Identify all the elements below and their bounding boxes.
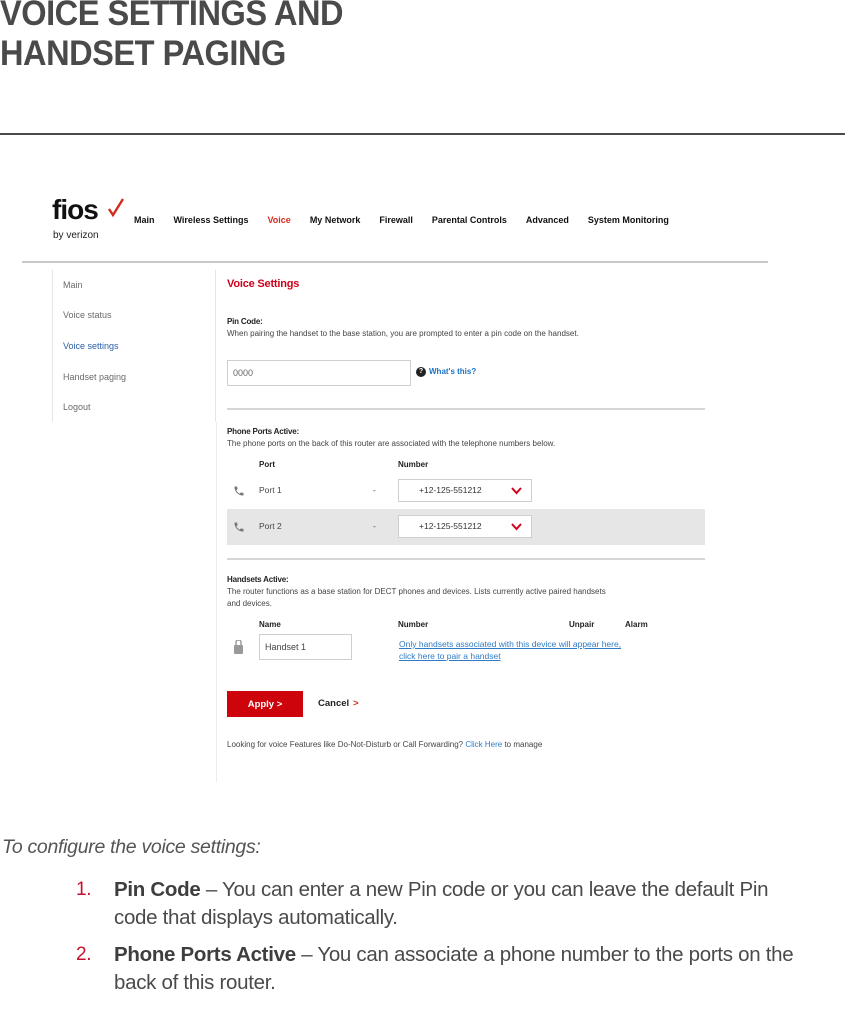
nav-firewall[interactable]: Firewall — [379, 215, 413, 225]
port-number-select[interactable]: +12-125-551212 — [398, 479, 532, 502]
whats-this-link[interactable]: What's this? — [429, 367, 476, 376]
pair-info-link[interactable]: Only handsets associated with this devic… — [399, 639, 621, 649]
fios-logo[interactable]: fios by verizon — [52, 194, 124, 246]
instruction-step: 2. Phone Ports Active – You can associat… — [76, 941, 796, 997]
port-separator: - — [373, 485, 376, 495]
nav-wireless-settings[interactable]: Wireless Settings — [174, 215, 249, 225]
port-row: Port 2 - +12-125-551212 — [227, 509, 705, 545]
step-text: – You can enter a new Pin code or you ca… — [114, 878, 769, 929]
port-name: Port 2 — [259, 521, 282, 531]
chevron-down-icon — [511, 523, 522, 531]
nav-voice[interactable]: Voice — [267, 215, 290, 225]
port-number-value: +12-125-551212 — [419, 485, 482, 495]
port-separator: - — [373, 521, 376, 531]
column-header-number: Number — [398, 460, 429, 469]
document-title: VOICE SETTINGS AND HANDSET PAGING — [0, 0, 344, 74]
section-divider — [227, 558, 705, 560]
sidebar-item-voice-status[interactable]: Voice status — [63, 310, 112, 320]
port-number-select[interactable]: +12-125-551212 — [398, 515, 532, 538]
instructions-intro: To configure the voice settings: — [2, 836, 261, 858]
cancel-label: Cancel — [318, 698, 350, 709]
step-term: Pin Code — [114, 878, 201, 901]
router-ui-screenshot: fios by verizon Main Wireless Settings V… — [0, 190, 845, 790]
section-divider — [227, 408, 705, 410]
top-navigation: Main Wireless Settings Voice My Network … — [134, 215, 688, 225]
nav-main[interactable]: Main — [134, 215, 155, 225]
port-row: Port 1 - +12-125-551212 — [227, 473, 705, 509]
handset-name-input[interactable] — [259, 634, 352, 660]
document-title-line: HANDSET PAGING — [0, 34, 286, 73]
port-number-value: +12-125-551212 — [419, 521, 482, 531]
column-header-name: Name — [259, 620, 281, 629]
logo-subtitle: by verizon — [53, 230, 99, 241]
sidebar: Main Voice status Voice settings Handset… — [52, 270, 216, 422]
section-title: Voice Settings — [227, 278, 300, 290]
cancel-button[interactable]: Cancel > — [318, 698, 359, 709]
pair-handset-link[interactable]: click here to pair a handset — [399, 651, 501, 661]
chevron-down-icon — [511, 487, 522, 495]
nav-advanced[interactable]: Advanced — [526, 215, 569, 225]
apply-button[interactable]: Apply > — [227, 691, 303, 717]
port-name: Port 1 — [259, 485, 282, 495]
phone-ports-description: The phone ports on the back of this rout… — [227, 439, 556, 448]
pin-code-description: When pairing the handset to the base sta… — [227, 329, 579, 338]
step-number: 2. — [76, 944, 92, 965]
document-title-line: VOICE SETTINGS AND — [0, 0, 344, 33]
nav-system-monitoring[interactable]: System Monitoring — [588, 215, 669, 225]
sidebar-item-logout[interactable]: Logout — [63, 402, 91, 412]
column-header-unpair: Unpair — [569, 620, 595, 629]
handsets-active-label: Handsets Active: — [227, 575, 289, 584]
handsets-description-cont: and devices. — [227, 599, 272, 608]
nav-parental-controls[interactable]: Parental Controls — [432, 215, 507, 225]
handset-icon — [234, 640, 243, 654]
column-header-number: Number — [398, 620, 429, 629]
voice-features-note: Looking for voice Features like Do-Not-D… — [227, 740, 542, 749]
step-term: Phone Ports Active — [114, 943, 296, 966]
logo-brand: fios — [52, 194, 99, 225]
chevron-right-icon: > — [353, 698, 359, 709]
question-circle-icon[interactable]: ? — [416, 367, 426, 377]
note-prefix: Looking for voice Features like Do-Not-D… — [227, 740, 466, 749]
column-header-port: Port — [259, 460, 275, 469]
column-header-alarm: Alarm — [625, 620, 648, 629]
title-divider — [0, 133, 845, 135]
note-suffix: to manage — [502, 740, 543, 749]
pin-code-input[interactable] — [227, 360, 411, 386]
phone-icon — [234, 486, 244, 496]
phone-ports-label: Phone Ports Active: — [227, 427, 299, 436]
check-mark-icon — [108, 198, 124, 218]
nav-my-network[interactable]: My Network — [310, 215, 361, 225]
instruction-steps: 1. Pin Code – You can enter a new Pin co… — [76, 876, 796, 1006]
handset-row: Only handsets associated with this devic… — [227, 634, 705, 664]
sidebar-item-voice-settings[interactable]: Voice settings — [63, 341, 119, 351]
header-divider — [22, 261, 768, 263]
click-here-link[interactable]: Click Here — [465, 740, 502, 749]
phone-icon — [234, 522, 244, 532]
pin-code-label: Pin Code: — [227, 317, 263, 326]
handsets-description: The router functions as a base station f… — [227, 587, 606, 596]
content-border — [216, 422, 217, 782]
sidebar-item-main[interactable]: Main — [63, 280, 83, 290]
form-actions: Apply > Cancel > — [227, 691, 427, 721]
step-number: 1. — [76, 879, 92, 900]
instruction-step: 1. Pin Code – You can enter a new Pin co… — [76, 876, 796, 932]
sidebar-item-handset-paging[interactable]: Handset paging — [63, 372, 126, 382]
